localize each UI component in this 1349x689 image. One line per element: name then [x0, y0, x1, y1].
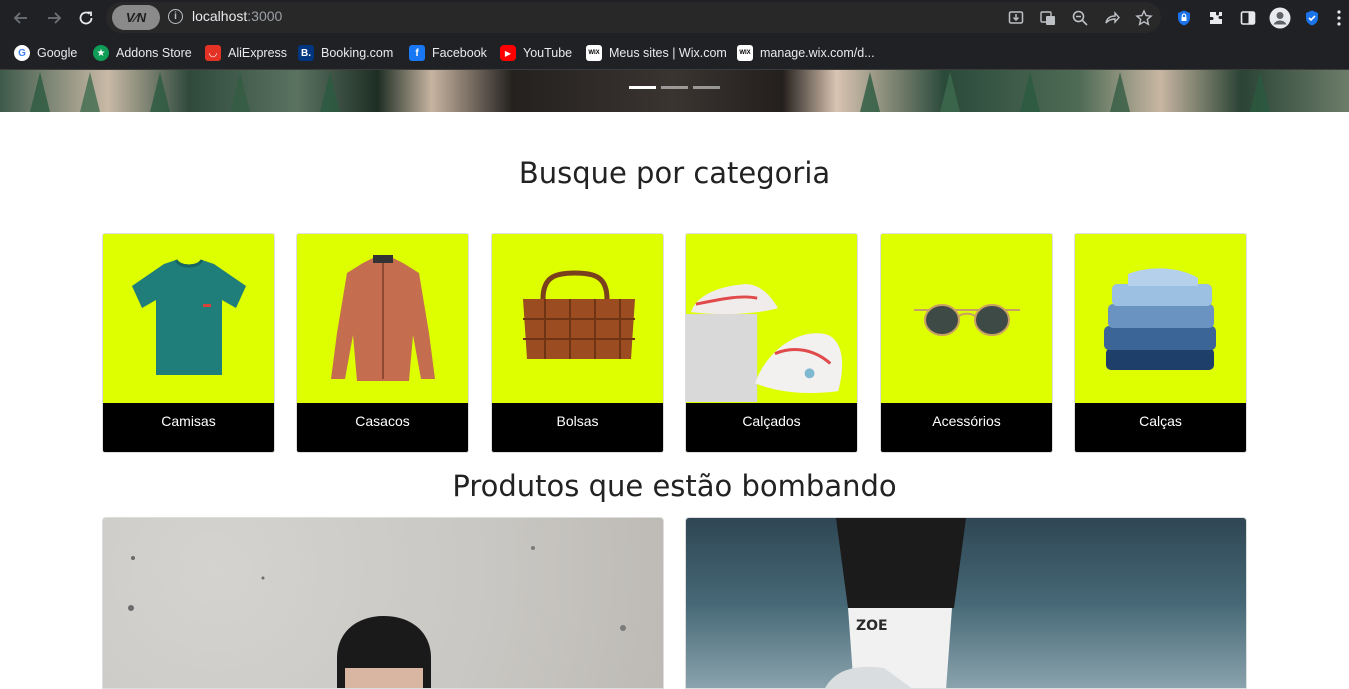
category-label: Bolsas — [492, 403, 663, 452]
carousel-dot[interactable] — [629, 86, 656, 89]
handbag-image — [492, 234, 663, 403]
profile-avatar-icon[interactable] — [1269, 7, 1291, 29]
wix-icon: WIX — [586, 45, 602, 61]
bookmark-google[interactable]: G Google — [14, 44, 77, 62]
jeans-image — [1075, 234, 1246, 403]
svg-text:ZOE: ZOE — [856, 618, 888, 634]
vpn-badge[interactable]: V⁄N — [112, 5, 160, 30]
carousel-indicators — [629, 86, 720, 89]
category-card-bolsas[interactable]: Bolsas — [491, 233, 664, 453]
wix-icon: WIX — [737, 45, 753, 61]
hero-carousel-image[interactable] — [0, 70, 1349, 112]
category-card-calcados[interactable]: Calçados — [685, 233, 858, 453]
back-icon[interactable] — [10, 7, 32, 29]
category-section-title: Busque por categoria — [518, 156, 831, 190]
socks-sneakers-image: ZOE — [825, 518, 966, 688]
bookmark-facebook[interactable]: f Facebook — [409, 44, 487, 62]
bookmark-booking[interactable]: B. Booking.com — [298, 44, 393, 62]
extensions-icon[interactable] — [1205, 7, 1227, 29]
translate-icon[interactable] — [1037, 7, 1059, 29]
zoom-icon[interactable] — [1069, 7, 1091, 29]
category-card-camisas[interactable]: Camisas — [102, 233, 275, 453]
bookmark-wix-manage[interactable]: WIX manage.wix.com/d... — [737, 44, 875, 62]
vpn-lock-icon[interactable] — [1173, 7, 1195, 29]
bookmark-wix-sites[interactable]: WIX Meus sites | Wix.com — [586, 44, 727, 62]
bookmark-addons-store[interactable]: ★ Addons Store — [93, 44, 192, 62]
category-label: Acessórios — [881, 403, 1052, 452]
facebook-icon: f — [409, 45, 425, 61]
security-shield-icon[interactable] — [1301, 7, 1323, 29]
bookmark-youtube[interactable]: ▶ YouTube — [500, 44, 572, 62]
category-label: Calçados — [686, 403, 857, 452]
site-info-icon[interactable]: i — [168, 9, 183, 24]
carousel-dot[interactable] — [661, 86, 688, 89]
youtube-icon: ▶ — [500, 45, 516, 61]
sneakers-image — [686, 234, 857, 403]
jacket-image — [297, 234, 468, 403]
bookmark-star-icon[interactable] — [1133, 7, 1155, 29]
install-icon[interactable] — [1005, 7, 1027, 29]
google-icon: G — [14, 45, 30, 61]
carousel-dot[interactable] — [693, 86, 720, 89]
booking-icon: B. — [298, 45, 314, 61]
tshirt-image — [103, 234, 274, 403]
category-label: Camisas — [103, 403, 274, 452]
bookmark-aliexpress[interactable]: ◡ AliExpress — [205, 44, 287, 62]
trending-product-card-beanie[interactable] — [102, 517, 664, 689]
bookmarks-bar: G Google ★ Addons Store ◡ AliExpress B. … — [0, 35, 1349, 70]
addons-store-icon: ★ — [93, 45, 109, 61]
reload-icon[interactable] — [75, 7, 97, 29]
trending-section-title: Produtos que estão bombando — [452, 469, 897, 503]
category-card-calcas[interactable]: Calças — [1074, 233, 1247, 453]
trending-product-card-socks[interactable]: ZOE — [685, 517, 1247, 689]
category-card-casacos[interactable]: Casacos — [296, 233, 469, 453]
share-icon[interactable] — [1101, 7, 1123, 29]
category-label: Calças — [1075, 403, 1246, 452]
category-label: Casacos — [297, 403, 468, 452]
browser-toolbar: V⁄N i localhost:3000 — [0, 0, 1349, 35]
address-bar-url[interactable]: localhost:3000 — [192, 8, 282, 24]
menu-kebab-icon[interactable] — [1333, 7, 1345, 29]
sunglasses-image — [881, 234, 1052, 403]
category-card-acessorios[interactable]: Acessórios — [880, 233, 1053, 453]
side-panel-icon[interactable] — [1237, 7, 1259, 29]
forward-icon[interactable] — [43, 7, 65, 29]
beanie-model-image — [128, 546, 626, 688]
aliexpress-icon: ◡ — [205, 45, 221, 61]
